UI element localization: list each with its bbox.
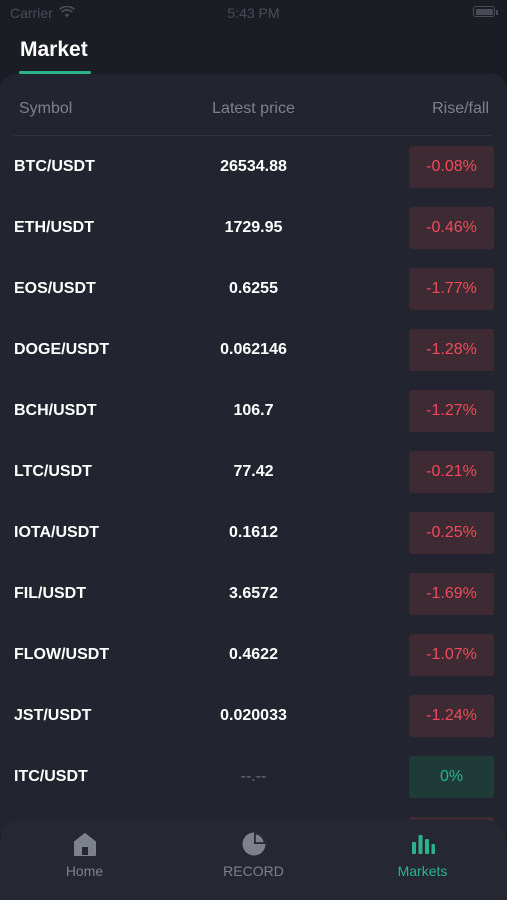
market-panel: Symbol Latest price Rise/fall BTC/USDT 2… [0,74,507,859]
page-title[interactable]: Market [20,38,88,62]
market-screen: Carrier 5:43 PM Market Symbol Latest pri… [0,0,507,900]
status-bar: Carrier 5:43 PM [0,0,507,28]
bar-chart-icon [410,830,436,858]
change-badge: 0% [409,756,494,798]
tab-record[interactable]: RECORD [169,820,338,900]
tab-markets[interactable]: Markets [338,820,507,900]
change-badge: -1.69% [409,573,494,615]
tab-home[interactable]: Home [0,820,169,900]
market-row[interactable]: EOS/USDT 0.6255 -1.77% [0,266,507,327]
market-row[interactable]: LTC/USDT 77.42 -0.21% [0,449,507,510]
change-badge: -0.21% [409,451,494,493]
market-row[interactable]: IOTA/USDT 0.1612 -0.25% [0,510,507,571]
column-header-price: Latest price [212,100,295,117]
tab-label-markets: Markets [397,863,448,879]
market-list: BTC/USDT 26534.88 -0.08% ETH/USDT 1729.9… [0,144,507,876]
change-badge: -0.46% [409,207,494,249]
status-time: 5:43 PM [227,5,280,21]
market-row[interactable]: ETH/USDT 1729.95 -0.46% [0,205,507,266]
tab-label-home: Home [65,863,104,879]
change-badge: -1.27% [409,390,494,432]
tab-bar: Home RECORD Markets [0,820,507,900]
change-badge: -0.25% [409,512,494,554]
change-badge: -1.07% [409,634,494,676]
home-icon [72,830,98,858]
market-row[interactable]: BCH/USDT 106.7 -1.27% [0,388,507,449]
column-header-rise-fall: Rise/fall [432,100,489,117]
market-row[interactable]: JST/USDT 0.020033 -1.24% [0,693,507,754]
market-row[interactable]: BTC/USDT 26534.88 -0.08% [0,144,507,205]
change-badge: -1.28% [409,329,494,371]
market-row[interactable]: ITC/USDT --.-- 0% [0,754,507,815]
column-headers: Symbol Latest price Rise/fall [0,100,507,122]
battery-icon [473,6,498,17]
pie-chart-icon [241,830,267,858]
change-badge: -0.08% [409,146,494,188]
market-row[interactable]: FIL/USDT 3.6572 -1.69% [0,571,507,632]
market-row[interactable]: DOGE/USDT 0.062146 -1.28% [0,327,507,388]
change-badge: -1.77% [409,268,494,310]
tab-label-record: RECORD [223,863,284,879]
change-badge: -1.24% [409,695,494,737]
market-row[interactable]: FLOW/USDT 0.4622 -1.07% [0,632,507,693]
header-divider [14,135,493,136]
